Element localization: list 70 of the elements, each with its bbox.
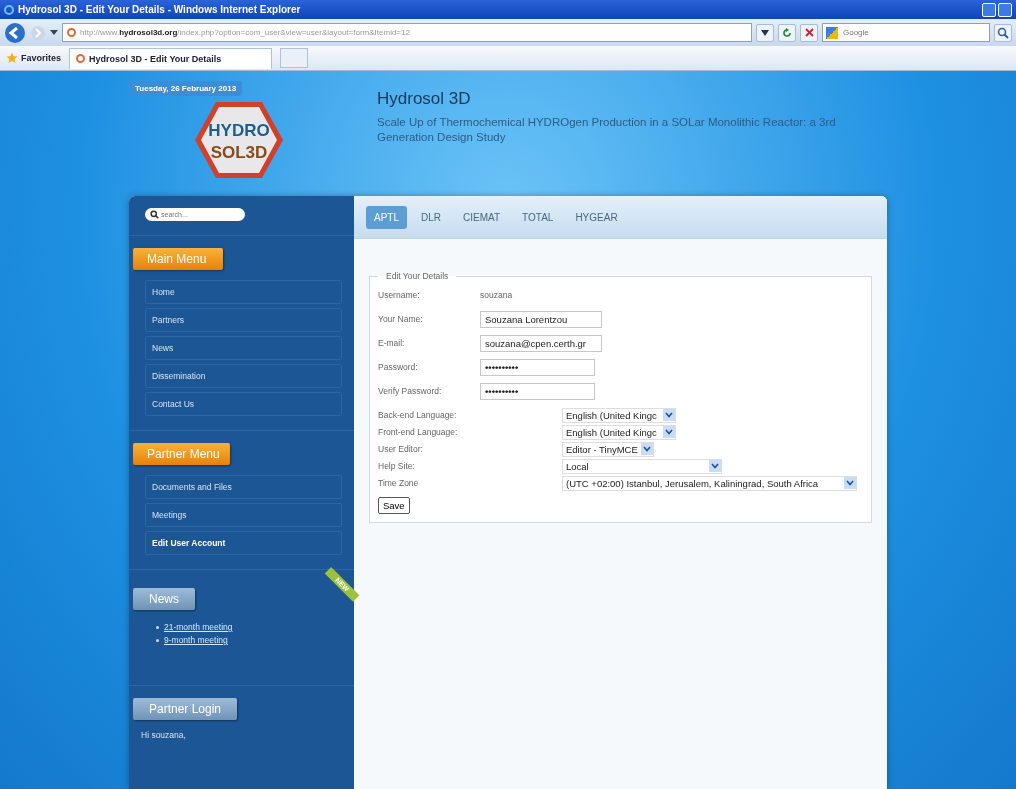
dropdown-caret-icon bbox=[641, 443, 653, 455]
menu-item[interactable]: Contact Us bbox=[145, 392, 342, 416]
search-provider-icon bbox=[826, 26, 838, 39]
dropdown[interactable]: Local bbox=[562, 458, 722, 474]
dropdown-icon[interactable] bbox=[756, 23, 774, 42]
news-link[interactable]: 21-month meeting bbox=[164, 622, 233, 632]
dropdown-caret-icon bbox=[663, 426, 675, 438]
dropdown[interactable]: English (United Kingc bbox=[562, 407, 676, 423]
search-icon bbox=[150, 210, 159, 219]
field-label: Username: bbox=[378, 290, 421, 300]
page-icon bbox=[76, 54, 86, 63]
browser-tab[interactable]: Hydrosol 3D - Edit Your Details bbox=[69, 47, 273, 69]
save-button[interactable]: Save bbox=[378, 497, 410, 514]
field-label: Back-end Language: bbox=[378, 410, 458, 420]
page-icon bbox=[67, 28, 76, 37]
password-field[interactable]: •••••••••• bbox=[480, 382, 595, 400]
news-heading: News bbox=[133, 588, 195, 610]
dropdown-caret-icon bbox=[844, 477, 856, 489]
hexagon-logo: HYDRO SOL3D bbox=[193, 100, 285, 180]
favorites-button[interactable]: Favorites bbox=[6, 52, 62, 64]
bullet-icon bbox=[156, 625, 159, 629]
browser-icon bbox=[4, 4, 14, 15]
field-label: User Editor: bbox=[378, 444, 424, 454]
window-title: Hydrosol 3D - Edit Your Details - Windows Internet Explorer bbox=[18, 4, 302, 15]
bullet-icon bbox=[156, 638, 159, 642]
field-label: Time Zone bbox=[378, 478, 420, 488]
text-field[interactable]: Souzana Lorentzou bbox=[480, 310, 602, 328]
menu-item[interactable]: Partners bbox=[145, 308, 342, 332]
field-label: E-mail: bbox=[378, 338, 406, 348]
password-field[interactable]: •••••••••• bbox=[480, 358, 595, 376]
greeting-text: Hi souzana, bbox=[141, 730, 187, 740]
form-legend: Edit Your Details bbox=[378, 271, 457, 281]
text-field[interactable]: souzana@cpen.certh.gr bbox=[480, 334, 602, 352]
star-icon bbox=[6, 52, 18, 64]
site-title: Hydrosol 3D bbox=[377, 89, 472, 109]
partner-tab[interactable]: TOTAL bbox=[514, 205, 562, 229]
dropdown[interactable]: English (United Kingc bbox=[562, 424, 676, 440]
search-field[interactable]: Google bbox=[822, 23, 990, 42]
partner-tab[interactable]: CIEMAT bbox=[455, 205, 509, 229]
partner-tab[interactable]: DLR bbox=[413, 205, 450, 229]
field-label: Help Site: bbox=[378, 461, 416, 471]
username-value: souzana bbox=[480, 290, 513, 300]
refresh-icon[interactable] bbox=[778, 23, 796, 42]
maximize-button[interactable] bbox=[998, 2, 1012, 17]
site-subtitle: Scale Up of Thermochemical HYDROgen Production in a SOLar Monolithic Reactor: a 3rd Generation Design Study bbox=[377, 115, 837, 145]
minimize-button[interactable] bbox=[982, 2, 996, 17]
dropdown-caret-icon bbox=[663, 409, 675, 421]
dropdown[interactable]: (UTC +02:00) Istanbul, Jerusalem, Kaliningrad, South Africa bbox=[562, 475, 857, 491]
dropdown[interactable]: Editor - TinyMCE bbox=[562, 441, 654, 457]
field-label: Password: bbox=[378, 362, 419, 372]
field-label: Verify Password: bbox=[378, 386, 443, 396]
menu-heading: Partner Menu bbox=[133, 443, 230, 465]
menu-item[interactable]: Meetings bbox=[145, 503, 342, 527]
login-heading: Partner Login bbox=[133, 698, 238, 720]
menu-item[interactable]: Edit User Account bbox=[145, 531, 342, 555]
close-icon[interactable] bbox=[800, 23, 818, 42]
menu-item[interactable]: Documents and Files bbox=[145, 475, 342, 499]
date-label: Tuesday, 26 February 2013 bbox=[129, 81, 243, 96]
dropdown-caret-icon bbox=[709, 460, 721, 472]
field-label: Front-end Language: bbox=[378, 427, 459, 437]
menu-item[interactable]: Home bbox=[145, 280, 342, 304]
search-icon[interactable] bbox=[994, 23, 1012, 42]
field-label: Your Name: bbox=[378, 314, 424, 324]
back-button[interactable] bbox=[4, 21, 26, 44]
menu-item[interactable]: News bbox=[145, 336, 342, 360]
news-link[interactable]: 9-month meeting bbox=[164, 635, 228, 645]
partner-tab[interactable]: HYGEAR bbox=[567, 205, 626, 229]
menu-item[interactable]: Dissemination bbox=[145, 364, 342, 388]
menu-heading: Main Menu bbox=[133, 248, 223, 270]
address-field[interactable]: http://www.hydrosol3d.org/index.php?option=com_user&view=user&layout=form&Itemid=12 bbox=[62, 23, 752, 42]
